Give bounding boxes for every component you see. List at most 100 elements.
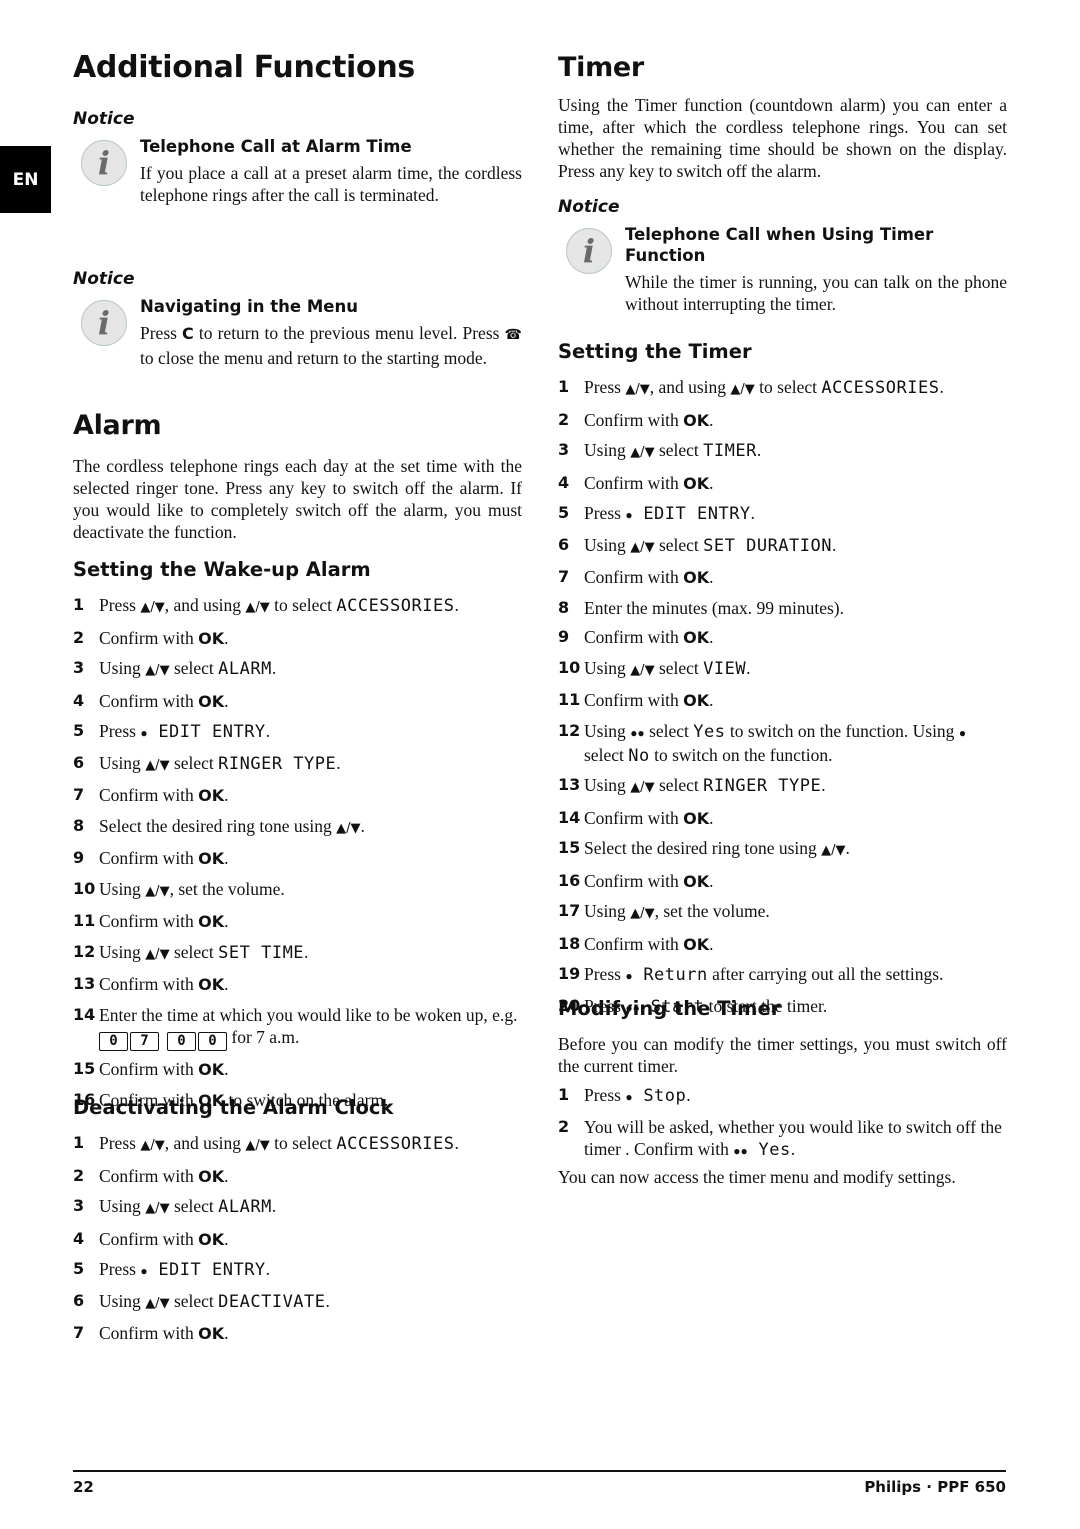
display-text: No xyxy=(628,745,650,766)
step-text: Confirm with xyxy=(584,807,684,828)
step-number: 19 xyxy=(558,964,581,983)
step-number: 1 xyxy=(73,1133,85,1152)
step-text: . xyxy=(271,658,277,678)
display-text: RINGER TYPE xyxy=(703,776,822,796)
step-item: 2 Confirm with OK. xyxy=(558,409,1007,432)
step-text: Press xyxy=(99,1133,141,1153)
step-text: . xyxy=(224,627,229,648)
step-item: 6 Using ▲/▼ select DEACTIVATE. xyxy=(73,1290,522,1315)
ok-key: OK xyxy=(198,1060,225,1079)
up-down-arrow-icon: ▲/▼ xyxy=(145,757,170,773)
step-text: . xyxy=(709,807,714,828)
step-text: select xyxy=(644,720,694,741)
up-down-arrow-icon: ▲/▼ xyxy=(245,600,270,615)
step-number: 4 xyxy=(73,690,85,710)
display-text: ALARM xyxy=(218,1197,272,1217)
step-number: 6 xyxy=(558,534,570,554)
step-number: 13 xyxy=(73,974,96,993)
step-text: Using xyxy=(99,752,146,773)
step-text: Enter the minutes (max. 99 minutes). xyxy=(584,597,845,618)
step-item: 15 Select the desired ring tone using ▲/▼… xyxy=(558,837,1007,862)
step-item: 16 Confirm with OK. xyxy=(558,870,1007,893)
modifying-outro: You can now access the timer menu and mo… xyxy=(558,1167,956,1187)
softkey-dot-icon: ● xyxy=(625,969,633,983)
step-number: 2 xyxy=(73,1165,85,1185)
step-text: Press xyxy=(99,721,141,741)
step-number: 9 xyxy=(558,627,570,646)
step-text: . xyxy=(831,534,837,555)
step-text: . xyxy=(709,870,714,891)
step-text: Using xyxy=(99,941,146,962)
step-item: 1 Press ▲/▼, and using ▲/▼ to select ACCE… xyxy=(73,1132,522,1157)
wakeup-steps: 1 Press ▲/▼, and using ▲/▼ to select ACCE… xyxy=(73,594,522,1119)
ok-key: OK xyxy=(198,628,225,648)
step-text: . xyxy=(224,974,229,994)
display-text: EDIT ENTRY xyxy=(632,504,751,524)
step-text: Using xyxy=(584,440,631,460)
step-text: to select xyxy=(269,1133,337,1153)
display-text: ACCESSORIES xyxy=(821,378,940,398)
display-text: RINGER TYPE xyxy=(218,753,337,774)
step-number: 4 xyxy=(73,1228,85,1248)
step-number: 7 xyxy=(73,785,85,804)
step-text: Select the desired ring tone using xyxy=(584,838,822,858)
step-text: , set the volume. xyxy=(654,901,770,921)
ok-key: OK xyxy=(683,691,710,710)
up-down-arrow-icon: ▲/▼ xyxy=(145,1295,170,1311)
alarm-intro: The cordless telephone rings each day at… xyxy=(73,456,522,542)
step-text: select xyxy=(169,752,219,773)
step-text: Confirm with xyxy=(584,870,684,891)
ok-key: OK xyxy=(198,786,225,805)
up-down-arrow-icon: ▲/▼ xyxy=(145,883,170,899)
display-text: SET DURATION xyxy=(703,535,832,556)
step-number: 2 xyxy=(558,409,570,429)
step-text: Press xyxy=(584,1085,626,1105)
step-text: . xyxy=(224,911,229,931)
notice-title: Telephone Call when Using Timer Function xyxy=(625,225,934,265)
step-text: . xyxy=(939,377,944,397)
ok-key: OK xyxy=(683,410,710,430)
step-item: 11 Confirm with OK. xyxy=(73,910,522,933)
step-number: 7 xyxy=(73,1323,85,1342)
step-text: Confirm with xyxy=(99,785,199,805)
step-text: . xyxy=(224,785,229,805)
step-item: 11 Confirm with OK. xyxy=(558,689,1007,712)
step-text: . xyxy=(224,1228,229,1249)
step-number: 1 xyxy=(558,1085,570,1104)
display-text: SET TIME xyxy=(218,942,305,963)
step-text: . xyxy=(224,848,229,868)
step-text: . xyxy=(224,1165,229,1186)
step-item: 13 Confirm with OK. xyxy=(73,973,522,996)
display-text: EDIT ENTRY xyxy=(147,1260,266,1280)
step-text: Using xyxy=(584,775,631,795)
up-down-arrow-icon: ▲/▼ xyxy=(145,1201,170,1216)
setting-timer-steps: 1 Press ▲/▼, and using ▲/▼ to select ACCE… xyxy=(558,376,1007,1026)
softkey-dot-icon: ●● xyxy=(630,725,645,740)
step-text: Confirm with xyxy=(584,933,684,954)
step-text: . xyxy=(845,838,850,858)
step-item: 8 Enter the minutes (max. 99 minutes). xyxy=(558,597,1007,619)
display-text: Return xyxy=(632,965,708,985)
step-number: 11 xyxy=(558,690,581,709)
step-text: Confirm with xyxy=(584,567,684,587)
step-number: 17 xyxy=(558,901,581,920)
ok-key: OK xyxy=(198,1166,225,1186)
step-text: select xyxy=(169,1196,219,1216)
display-text: ACCESSORIES xyxy=(336,1134,455,1154)
step-text: to select xyxy=(754,377,822,397)
ok-key: OK xyxy=(683,473,710,493)
step-text: select xyxy=(169,1290,219,1311)
step-number: 3 xyxy=(558,440,570,459)
step-number: 10 xyxy=(73,878,96,898)
step-text: , and using xyxy=(164,595,246,615)
step-item: 3 Using ▲/▼ select ALARM. xyxy=(73,657,522,682)
modifying-timer-heading: Modifying the Timer xyxy=(558,997,781,1020)
softkey-dot-icon: ● xyxy=(958,725,967,740)
step-number: 12 xyxy=(558,720,581,740)
language-tab: EN xyxy=(0,146,51,213)
step-number: 18 xyxy=(558,933,581,953)
step-item: 2 You will be asked, whether you would li… xyxy=(558,1116,1007,1162)
step-text: . xyxy=(271,1196,277,1216)
step-text: Using xyxy=(584,534,631,555)
notice-navigating-menu: Notice i Navigating in the Menu Press C … xyxy=(73,269,522,369)
